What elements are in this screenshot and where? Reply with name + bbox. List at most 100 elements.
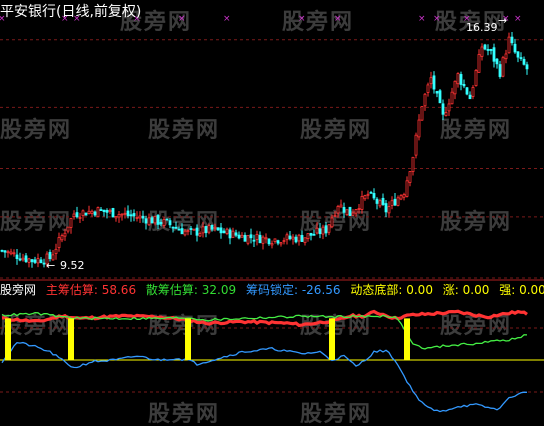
candle-body <box>222 230 226 234</box>
candle-body <box>435 91 439 94</box>
candle-body <box>27 258 31 263</box>
candle-body <box>360 195 364 210</box>
candle-body <box>72 213 76 218</box>
candle-body <box>357 208 361 210</box>
candle-body <box>207 225 211 233</box>
candle-body <box>402 194 406 198</box>
legend-item-dynamic-bottom: 动态底部: 0.00 <box>350 283 433 297</box>
candle-body <box>384 203 388 213</box>
candle-body <box>3 250 7 253</box>
candle-body <box>228 229 232 239</box>
candle-body <box>420 106 424 121</box>
candle-body <box>339 204 343 208</box>
candle-body <box>141 215 145 219</box>
signal-marker: × <box>514 14 522 24</box>
candle-body <box>507 36 511 54</box>
candle-body <box>225 228 229 234</box>
candle-body <box>129 214 133 217</box>
signal-marker: × <box>223 14 231 24</box>
candle-body <box>66 226 70 232</box>
candle-body <box>237 234 241 239</box>
indicator-line <box>1 312 528 350</box>
candle-body <box>192 228 196 231</box>
legend-item-main-chips: 主筹估算: 58.66 <box>46 283 136 297</box>
candle-body <box>408 171 412 183</box>
candle-body <box>459 74 463 85</box>
candle-body <box>522 58 526 65</box>
candle-body <box>456 73 460 85</box>
candle-body <box>183 230 187 236</box>
candle-body <box>132 213 136 217</box>
candle-body <box>63 232 67 237</box>
candle-body <box>495 58 499 65</box>
candle-body <box>516 51 520 58</box>
candle-body <box>471 87 475 97</box>
candle-body <box>501 57 505 77</box>
candle-body <box>438 90 442 104</box>
high-arrow: → <box>498 14 507 27</box>
bottom-signal-bar <box>329 318 335 360</box>
candle-body <box>300 235 304 242</box>
candle-body <box>198 233 202 237</box>
candle-body <box>0 249 4 252</box>
candle-body <box>120 213 124 216</box>
candle-body <box>159 222 163 225</box>
candle-body <box>405 180 409 197</box>
candle-body <box>474 70 478 87</box>
candle-body <box>486 49 490 51</box>
candle-body <box>489 49 493 51</box>
candle-body <box>216 227 220 231</box>
signal-marker: × <box>178 14 186 24</box>
candle-body <box>39 259 43 264</box>
candle-body <box>390 200 394 206</box>
candle-body <box>234 232 238 236</box>
candle-body <box>513 43 517 53</box>
candle-body <box>126 210 130 217</box>
candle-body <box>177 228 181 231</box>
candle-body <box>105 210 109 213</box>
candle-body <box>93 211 97 216</box>
candle-body <box>6 251 10 254</box>
candle-body <box>99 209 103 211</box>
candle-body <box>411 156 415 172</box>
candle-body <box>399 195 403 200</box>
candle-body <box>90 210 94 214</box>
candle-body <box>324 225 328 234</box>
candle-body <box>414 134 418 156</box>
candle-body <box>282 240 286 242</box>
candle-body <box>42 262 46 265</box>
candle-body <box>252 239 256 242</box>
candle-body <box>369 191 373 194</box>
candle-body <box>264 237 268 240</box>
legend-label: 主筹估算: <box>45 283 98 297</box>
candle-body <box>354 209 358 214</box>
indicator-legend: 股旁网 主筹估算: 58.66 散筹估算: 32.09 筹码锁定: -26.56… <box>0 281 544 298</box>
candle-body <box>195 227 199 236</box>
candle-body <box>519 57 523 59</box>
candle-body <box>465 87 469 95</box>
candle-body <box>483 44 487 50</box>
candle-body <box>231 230 235 238</box>
candle-body <box>468 94 472 100</box>
candle-body <box>297 234 301 242</box>
candle-body <box>336 206 340 214</box>
candle-body <box>342 207 346 213</box>
bottom-signal-bar <box>5 318 11 360</box>
candle-body <box>429 77 433 85</box>
candle-body <box>201 226 205 234</box>
high-price-label: 16.39 <box>466 21 498 34</box>
candle-body <box>123 212 127 215</box>
candle-body <box>432 75 436 90</box>
candle-body <box>423 93 427 107</box>
candle-body <box>168 220 172 226</box>
low-arrow: ← <box>46 259 55 272</box>
candle-body <box>450 91 454 105</box>
candle-body <box>33 259 37 263</box>
bottom-signal-bar <box>404 318 410 360</box>
candle-body <box>498 64 502 77</box>
candle-body <box>153 215 157 224</box>
candle-body <box>366 193 370 196</box>
legend-item-rise: 涨: 0.00 <box>443 283 490 297</box>
candle-body <box>525 64 529 70</box>
candle-body <box>138 215 142 219</box>
